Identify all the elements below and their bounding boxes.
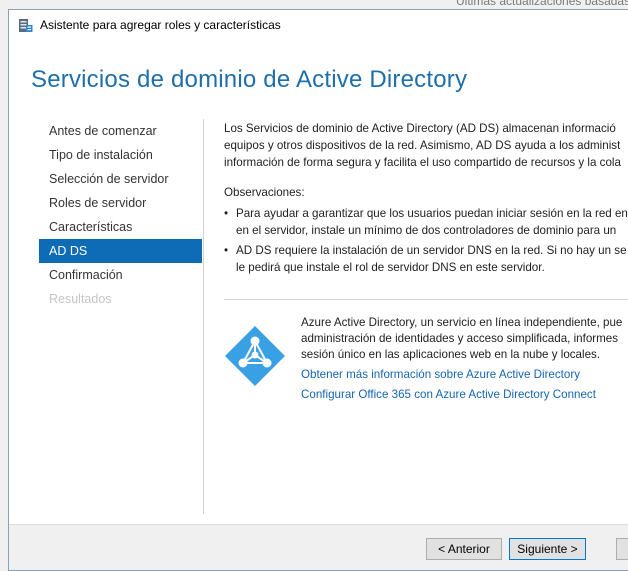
background-window-text: Últimas actualizaciones basadas [456,0,628,8]
azure-description-line: sesión único en las aplicaciones web en … [301,348,601,361]
page-title: Servicios de dominio de Active Directory [31,66,468,93]
wizard-header: Servicios de dominio de Active Directory [9,41,628,114]
azure-description-line: Azure Active Directory, un servicio en l… [301,316,623,329]
intro-line: Los Servicios de dominio de Active Direc… [224,122,616,135]
azure-info: Azure Active Directory, un servicio en l… [301,315,622,403]
nav-item-tipo-de-instalacion[interactable]: Tipo de instalación [39,143,202,167]
wizard-footer: < Anterior Siguiente > [9,524,628,570]
nav-item-antes-de-comenzar[interactable]: Antes de comenzar [39,119,202,143]
nav-item-confirmacion[interactable]: Confirmación [39,263,202,287]
add-roles-wizard-window: Asistente para agregar roles y caracterí… [8,9,628,571]
observation-item: Para ayudar a garantizar que los usuario… [224,205,628,239]
back-button[interactable]: < Anterior [426,538,502,560]
observations-heading: Observaciones: [224,186,305,199]
description-panel: Los Servicios de dominio de Active Direc… [224,120,628,288]
intro-line: equipos y otros dispositivos de la red. … [224,139,621,152]
nav-item-resultados: Resultados [49,292,112,306]
azure-active-directory-icon [225,326,285,386]
vertical-divider [203,119,204,514]
observation-line: en el servidor, instale un mínimo de dos… [236,224,617,237]
azure-description-line: administración de identidades y acceso s… [301,332,619,345]
nav-item-roles-de-servidor[interactable]: Roles de servidor [39,191,202,215]
server-manager-icon [19,19,33,32]
azure-learn-more-link[interactable]: Obtener más información sobre Azure Acti… [301,366,622,383]
title-bar[interactable]: Asistente para agregar roles y caracterí… [9,10,628,40]
observation-line: le pedirá que instale el rol de servidor… [236,261,545,274]
nav-item-ad-ds[interactable]: AD DS [39,239,202,263]
intro-line: información de forma segura y facilita e… [224,156,621,169]
window-title: Asistente para agregar roles y caracterí… [40,18,281,32]
nav-item-caracteristicas[interactable]: Características [39,215,202,239]
next-button[interactable]: Siguiente > [509,538,586,560]
observation-line: AD DS requiere la instalación de un serv… [236,244,627,257]
observations-list: Para ayudar a garantizar que los usuario… [224,205,628,276]
wizard-navigation: Antes de comenzar Tipo de instalación Se… [39,119,202,311]
screen: Últimas actualizaciones basadas Asistent… [0,0,628,571]
nav-item-seleccion-de-servidor[interactable]: Selección de servidor [39,167,202,191]
install-button[interactable] [616,538,628,560]
office365-connect-link[interactable]: Configurar Office 365 con Azure Active D… [301,386,622,403]
observation-item: AD DS requiere la instalación de un serv… [224,242,628,276]
observation-line: Para ayudar a garantizar que los usuario… [236,207,628,220]
horizontal-divider [224,299,628,300]
